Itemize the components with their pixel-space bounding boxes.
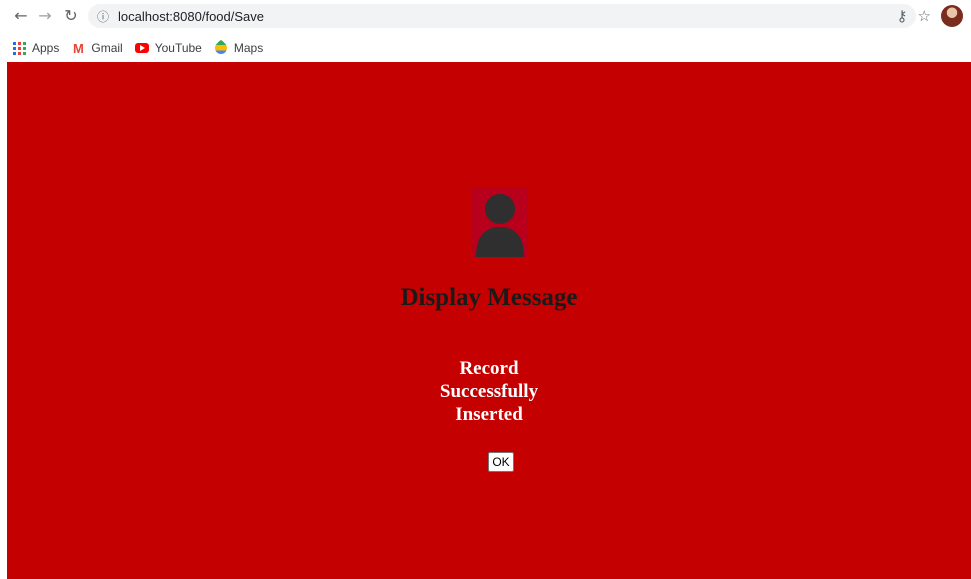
- message-text: Record Successfully Inserted: [439, 358, 539, 425]
- url-text[interactable]: localhost:8080/food/Save: [118, 9, 264, 24]
- apps-grid-icon: [12, 41, 26, 55]
- user-avatar-icon: [472, 187, 528, 257]
- bookmark-apps[interactable]: Apps: [12, 41, 59, 55]
- bookmark-label: Apps: [32, 41, 60, 55]
- bookmark-gmail[interactable]: M Gmail: [71, 40, 123, 56]
- bookmarks-bar: Apps M Gmail YouTube Maps: [0, 34, 971, 62]
- bookmark-youtube[interactable]: YouTube: [134, 41, 202, 55]
- page-content: Display Message Record Successfully Inse…: [7, 62, 971, 579]
- youtube-icon: [134, 41, 149, 55]
- address-bar[interactable]: ⓘ localhost:8080/food/Save: [88, 4, 916, 28]
- forward-arrow-icon[interactable]: →: [34, 4, 56, 26]
- key-icon[interactable]: ⚷: [897, 7, 908, 25]
- reload-icon[interactable]: ↻: [60, 4, 82, 26]
- status-message: Record Successfully Inserted: [7, 357, 971, 426]
- back-arrow-icon[interactable]: ←: [10, 4, 32, 26]
- bookmark-label: YouTube: [154, 41, 202, 55]
- browser-chrome: ← → ↻ ⓘ localhost:8080/food/Save ⚷ ☆ App…: [0, 0, 971, 62]
- toolbar-right-icons: ⚷ ☆: [897, 4, 963, 28]
- page-title: Display Message: [400, 284, 578, 311]
- gmail-icon: M: [72, 40, 84, 56]
- bookmark-maps[interactable]: Maps: [212, 39, 264, 57]
- browser-toolbar: ← → ↻ ⓘ localhost:8080/food/Save ⚷ ☆: [0, 0, 971, 34]
- profile-avatar[interactable]: [941, 5, 963, 27]
- ok-button[interactable]: OK: [488, 452, 514, 472]
- bookmark-label: Maps: [233, 41, 264, 55]
- info-icon[interactable]: ⓘ: [96, 9, 110, 24]
- maps-icon: [212, 39, 230, 57]
- bookmark-label: Gmail: [91, 41, 123, 55]
- star-icon[interactable]: ☆: [918, 7, 931, 25]
